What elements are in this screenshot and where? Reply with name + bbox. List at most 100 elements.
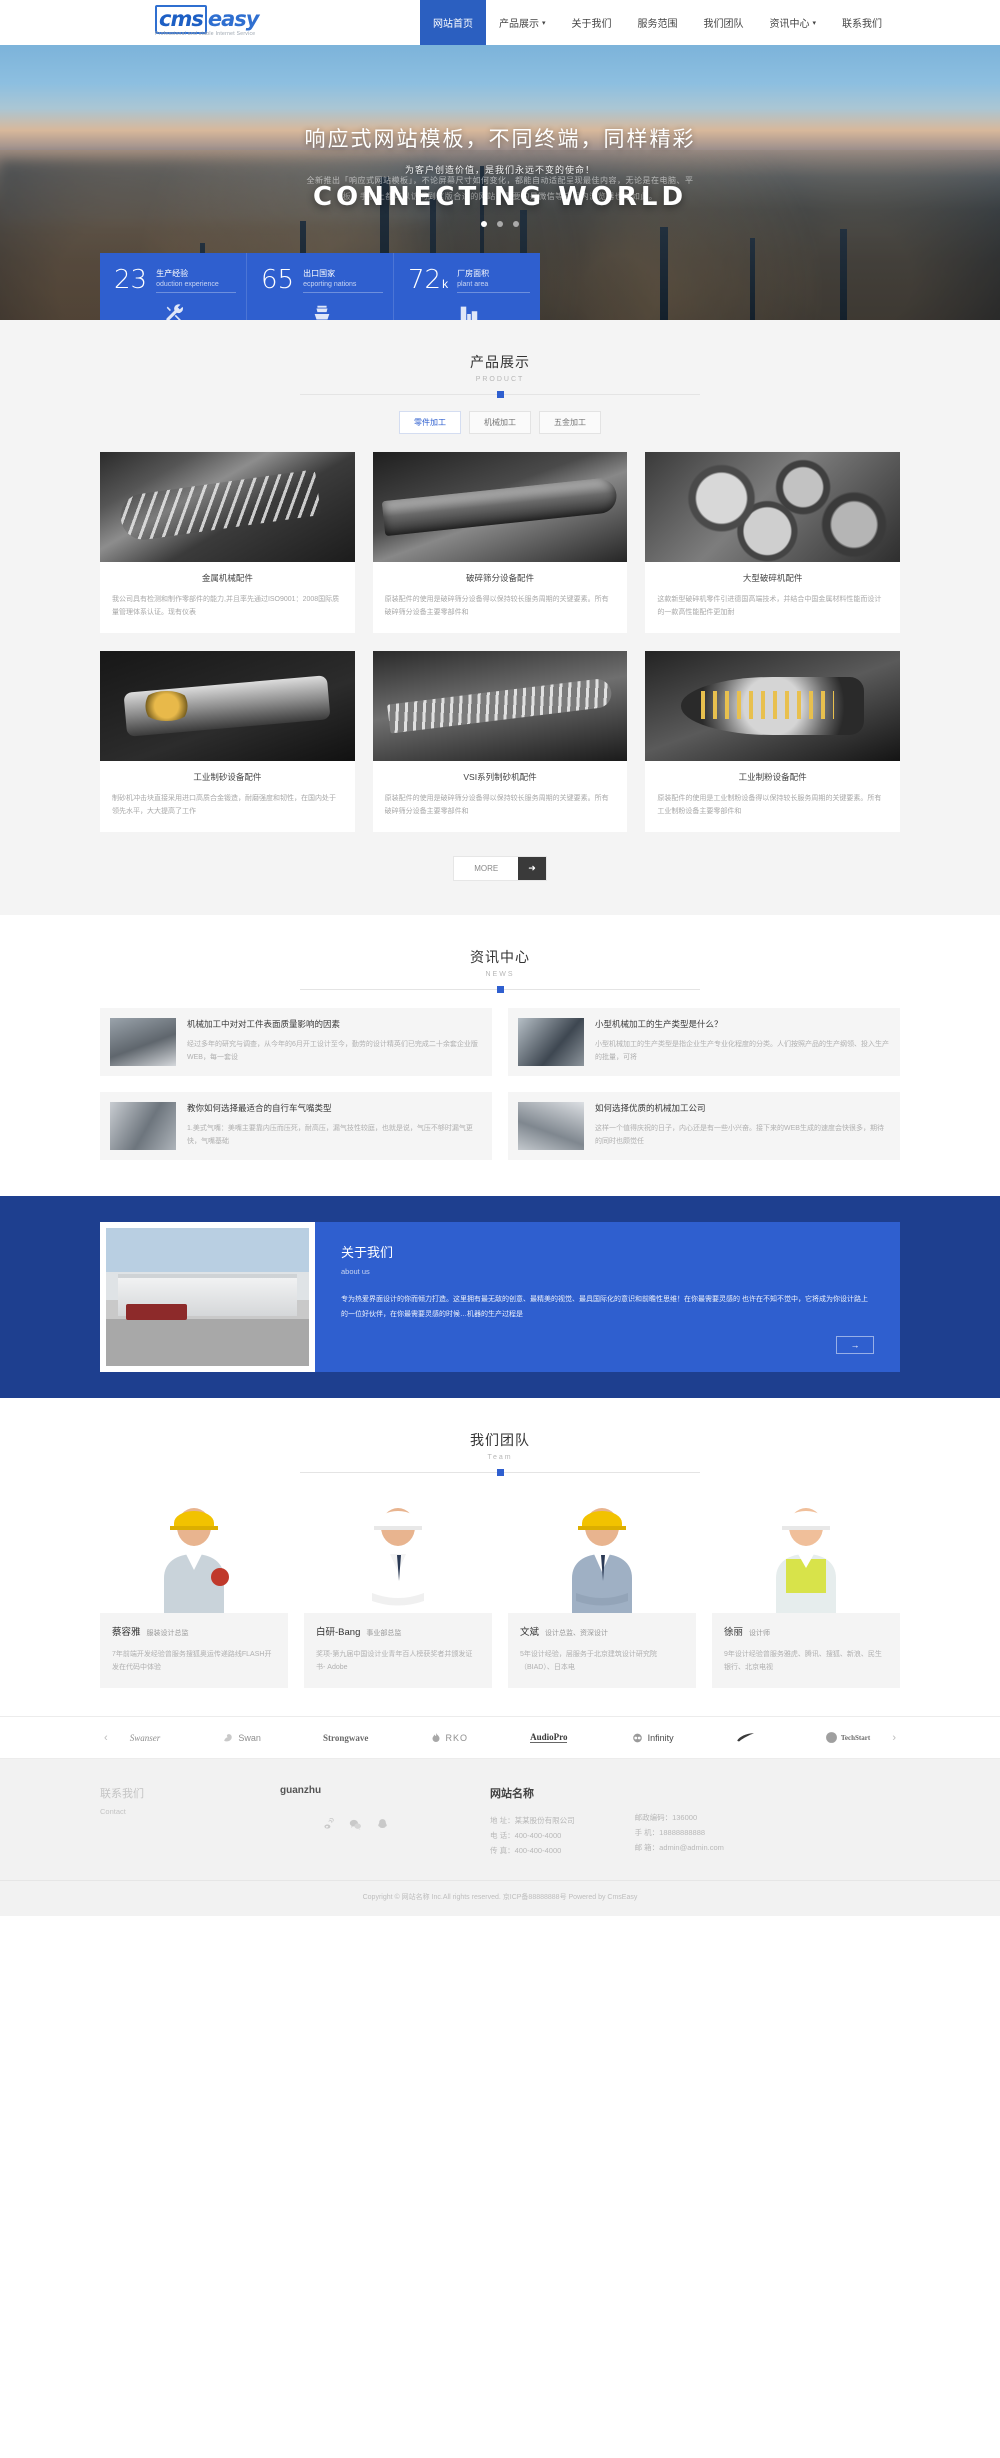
site-logo[interactable]: cms easy Professional and stable Internet… bbox=[155, 4, 259, 37]
news-heading: 资讯中心 NEWS bbox=[100, 915, 900, 993]
products-inner: 产品展示 PRODUCT 零件加工 机械加工 五金加工 金属机械配件 我公司具有… bbox=[0, 320, 1000, 881]
news-item[interactable]: 机械加工中对对工件表面质量影响的因素 经过多年的研究与调查，从今年的6月开工设计… bbox=[100, 1008, 492, 1076]
footer-line-phone: 电 话：400-400-4000 bbox=[490, 1831, 562, 1840]
wechat-icon[interactable] bbox=[349, 1818, 362, 1831]
factory-icon bbox=[408, 303, 530, 320]
tab-mechanical-machining[interactable]: 机械加工 bbox=[469, 411, 531, 434]
hero-dot-1[interactable] bbox=[480, 221, 487, 227]
team-member-role: 服装设计总监 bbox=[146, 1630, 189, 1637]
hero-headline: 响应式网站模板，不同终端，同样精彩 bbox=[304, 128, 696, 151]
team-member-card[interactable]: 蔡容雅 服装设计总监 7年前端开发经验曾服务搜狐奥运传递路线FLASH开发在代码… bbox=[100, 1493, 288, 1688]
weibo-icon[interactable] bbox=[322, 1817, 335, 1831]
hero-dot-2[interactable] bbox=[497, 221, 503, 227]
carousel-next-icon[interactable]: › bbox=[888, 1732, 900, 1744]
logo-cms-text: cms bbox=[155, 4, 207, 34]
site-footer: 联系我们 Contact guanzhu 网站名称 地 址：某某股份有限公司 电… bbox=[0, 1759, 1000, 1880]
logo-area[interactable]: cms easy Professional and stable Internet… bbox=[0, 0, 300, 45]
nav-label: 产品展示 bbox=[498, 19, 539, 30]
product-description: 原装配件的使用是破碎筛分设备得以保持较长服务周期的关键要素。所有破碎筛分设备主要… bbox=[384, 596, 609, 616]
news-item[interactable]: 小型机械加工的生产类型是什么？ 小型机械加工的生产类型是指企业生产专业化程度的分… bbox=[508, 1008, 900, 1076]
team-member-body: 文斌 设计总监、资深设计 5年设计经验，层服务于北京建筑设计研究院（BIAD）、… bbox=[508, 1613, 696, 1688]
page-root: cms easy Professional and stable Internet… bbox=[0, 0, 1000, 1916]
nav-label: 关于我们 bbox=[571, 19, 612, 30]
tab-hardware-machining[interactable]: 五金加工 bbox=[539, 411, 601, 434]
news-item[interactable]: 如何选择优质的机械加工公司 这样一个值得庆祝的日子，内心还是有一些小兴奋。接下来… bbox=[508, 1092, 900, 1160]
news-thumbnail bbox=[518, 1018, 584, 1066]
news-body: 小型机械加工的生产类型是什么？ 小型机械加工的生产类型是指企业生产专业化程度的分… bbox=[595, 1018, 890, 1066]
about-image-frame bbox=[100, 1222, 315, 1372]
team-heading: 我们团队 Team bbox=[100, 1398, 900, 1476]
about-more-button[interactable]: → bbox=[836, 1336, 874, 1354]
stat-exporting-nations: 65 出口国家 ecporting nations bbox=[246, 253, 393, 320]
logo-tagline: Professional and stable Internet Service bbox=[155, 30, 256, 37]
nav-label: 联系我们 bbox=[842, 19, 882, 30]
partner-logo-strongwave[interactable]: Strongwave bbox=[323, 1733, 368, 1743]
stat-top: 23 生产经验 oduction experience bbox=[114, 267, 236, 293]
news-inner: 资讯中心 NEWS 机械加工中对对工件表面质量影响的因素 经过多年的研究与调查，… bbox=[0, 915, 1000, 1160]
more-button[interactable]: MORE ➜ bbox=[453, 856, 547, 881]
team-member-body: 蔡容雅 服装设计总监 7年前端开发经验曾服务搜狐奥运传递路线FLASH开发在代码… bbox=[100, 1613, 288, 1688]
news-title: 小型机械加工的生产类型是什么？ bbox=[595, 1019, 723, 1029]
partner-logo-techstart[interactable]: TechStart bbox=[825, 1731, 870, 1744]
hero-dot-3[interactable] bbox=[513, 221, 520, 227]
partner-logo-swan[interactable]: Swan bbox=[222, 1731, 261, 1744]
team-member-nameline: 徐丽 设计师 bbox=[724, 1624, 888, 1638]
news-item[interactable]: 教你如何选择最适合的自行车气嘴类型 1.美式气嘴：美嘴主要靠内压而压死，耐高压，… bbox=[100, 1092, 492, 1160]
nav-item-contact[interactable]: 联系我们 bbox=[829, 0, 895, 45]
product-image bbox=[645, 651, 900, 761]
footer-address-lines: 地 址：某某股份有限公司 电 话：400-400-4000 传 真：400-40… bbox=[490, 1813, 575, 1858]
stat-top: 72 k 厂房面积 plant area bbox=[408, 267, 530, 293]
qq-icon[interactable] bbox=[376, 1818, 389, 1831]
worker-illustration bbox=[572, 1508, 632, 1613]
nav-label: 我们团队 bbox=[703, 19, 744, 30]
news-description: 这样一个值得庆祝的日子，内心还是有一些小兴奋。接下来的WEB生成的速度会快很多，… bbox=[595, 1125, 884, 1145]
product-card[interactable]: VSI系列制砂机配件 原装配件的使用是破碎筛分设备得以保持较长服务周期的关键要素… bbox=[372, 651, 628, 832]
partner-logo-infinity[interactable]: Infinity bbox=[630, 1733, 674, 1743]
product-card[interactable]: 破碎筛分设备配件 原装配件的使用是破碎筛分设备得以保持较长服务周期的关键要素。所… bbox=[372, 452, 628, 633]
divider bbox=[156, 292, 236, 293]
about-text-panel: 关于我们 about us 专为热爱界面设计的你而倾力打造。这里拥有最无敌的创意… bbox=[315, 1222, 900, 1372]
partner-logo-nike[interactable] bbox=[736, 1733, 763, 1742]
carousel-prev-icon[interactable]: ‹ bbox=[100, 1732, 112, 1744]
footer-site-column: 网站名称 地 址：某某股份有限公司 电 话：400-400-4000 传 真：4… bbox=[490, 1785, 900, 1858]
team-member-description: 奖项-第九届中国设计业青年百人榜获奖者并颁发证书- Adobe bbox=[316, 1651, 473, 1671]
ship-icon bbox=[261, 303, 383, 320]
team-member-card[interactable]: 白研-Bang 事业部总监 奖项-第九届中国设计业青年百人榜获奖者并颁发证书- … bbox=[304, 1493, 492, 1688]
team-member-nameline: 白研-Bang 事业部总监 bbox=[316, 1624, 480, 1638]
team-member-card[interactable]: 文斌 设计总监、资深设计 5年设计经验，层服务于北京建筑设计研究院（BIAD）、… bbox=[508, 1493, 696, 1688]
nav-item-about[interactable]: 关于我们 bbox=[558, 0, 624, 45]
stat-top: 65 出口国家 ecporting nations bbox=[261, 267, 383, 293]
product-card[interactable]: 金属机械配件 我公司具有检测和制作零部件的能力,并且率先通过ISO9001：20… bbox=[100, 452, 355, 633]
nav-item-news[interactable]: 资讯中心 ▾ bbox=[756, 0, 829, 45]
partner-logo-rko[interactable]: RKO bbox=[430, 1732, 468, 1744]
team-member-card[interactable]: 徐丽 设计师 9年设计经验曾服务雅虎、腾讯、搜狐、新浪、民生银行、北京电视 bbox=[712, 1493, 900, 1688]
product-card[interactable]: 工业制粉设备配件 原装配件的使用是工业制粉设备得以保持较长服务周期的关键要素。所… bbox=[645, 651, 900, 832]
nav-item-services[interactable]: 服务范围 bbox=[624, 0, 690, 45]
worker-illustration bbox=[368, 1508, 428, 1613]
footer-line-address: 地 址：某某股份有限公司 bbox=[490, 1816, 575, 1825]
more-row: MORE ➜ bbox=[100, 856, 900, 881]
hero-slider-dots[interactable] bbox=[0, 214, 1000, 232]
stat-label-en: ecporting nations bbox=[303, 281, 357, 288]
stat-text: 出口国家 ecporting nations bbox=[303, 267, 383, 293]
stat-label-en: plant area bbox=[457, 281, 489, 288]
team-member-photo bbox=[508, 1493, 696, 1613]
section-title-cn: 资讯中心 bbox=[470, 949, 530, 965]
team-member-photo bbox=[100, 1493, 288, 1613]
stat-label-en: oduction experience bbox=[156, 281, 219, 288]
nav-item-products[interactable]: 产品展示 ▾ bbox=[486, 0, 559, 45]
team-member-nameline: 文斌 设计总监、资深设计 bbox=[520, 1624, 684, 1638]
partner-logo-audiopro[interactable]: AudioPro bbox=[530, 1732, 568, 1743]
product-body: 工业制砂设备配件 制砂机冲击块直接采用进口高质合金锻造，耐磨强度和韧性，在国内处… bbox=[100, 761, 355, 832]
hero-big-text: CONNECTING WORLD bbox=[312, 182, 688, 212]
partner-logos-carousel: ‹ Swanser Swan Strongwave RKO AudioPro I… bbox=[0, 1716, 1000, 1759]
nav-item-home[interactable]: 网站首页 bbox=[419, 0, 486, 45]
tab-parts-machining[interactable]: 零件加工 bbox=[399, 411, 461, 434]
nav-label: 服务范围 bbox=[637, 19, 678, 30]
nav-item-team[interactable]: 我们团队 bbox=[690, 0, 756, 45]
product-image bbox=[100, 452, 355, 562]
product-card[interactable]: 工业制砂设备配件 制砂机冲击块直接采用进口高质合金锻造，耐磨强度和韧性，在国内处… bbox=[100, 651, 355, 832]
product-body: 破碎筛分设备配件 原装配件的使用是破碎筛分设备得以保持较长服务周期的关键要素。所… bbox=[373, 562, 628, 633]
partner-logo-swanser[interactable]: Swanser bbox=[130, 1733, 161, 1743]
product-card[interactable]: 大型破碎机配件 这款新型破碎机零件引进德国高端技术，并结合中国金属材料性能而设计… bbox=[645, 452, 900, 633]
